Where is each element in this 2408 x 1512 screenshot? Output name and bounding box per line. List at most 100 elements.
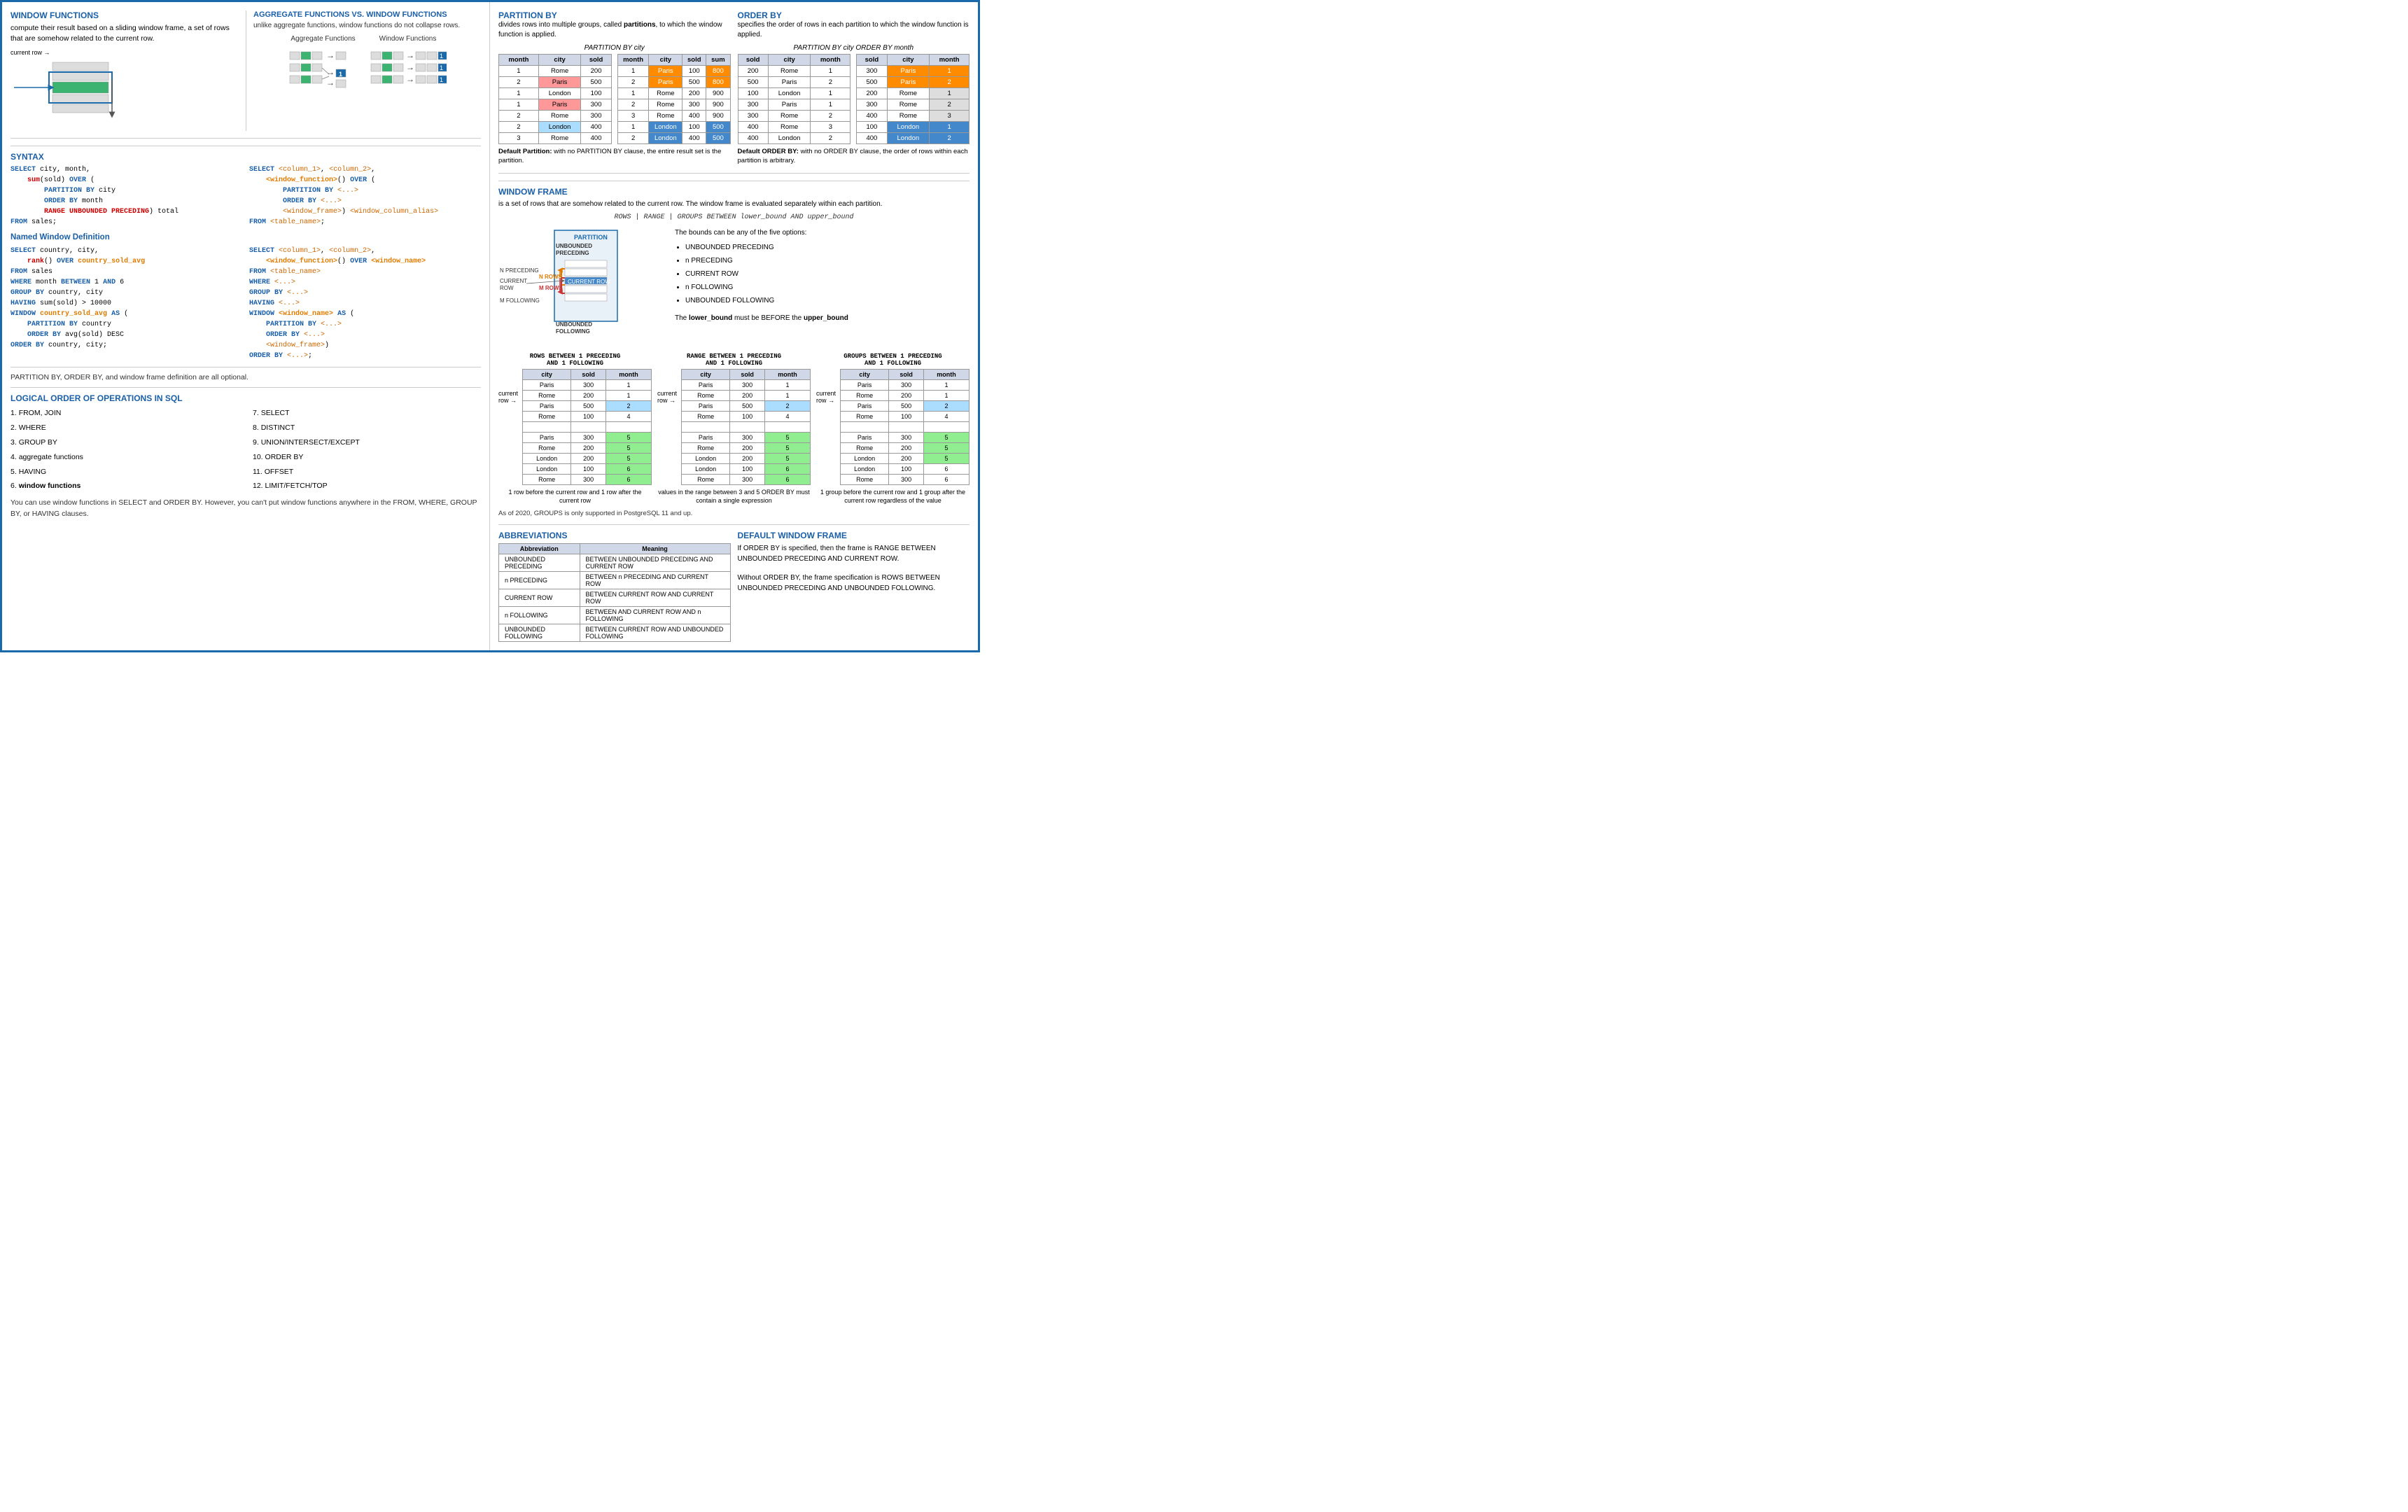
- wf-desc: is a set of rows that are somehow relate…: [498, 200, 969, 209]
- order-grid: 1. FROM, JOIN 7. SELECT 2. WHERE 8. DIST…: [10, 407, 481, 492]
- code-block-4: SELECT <column_1>, <column_2>, <window_f…: [249, 246, 481, 361]
- range-frame-table: citysoldmonth Paris3001 Rome2001 Paris50…: [681, 369, 811, 485]
- order-item-6: 6. window functions: [10, 480, 239, 492]
- partition-input-table: monthcitysold 1Rome200 2Paris500 1London…: [498, 54, 612, 144]
- bound-1: UNBOUNDED PRECEDING: [685, 241, 848, 253]
- lower-bound-note: The lower_bound must be BEFORE the upper…: [675, 312, 848, 324]
- code-block-3: SELECT country, city, rank() OVER countr…: [10, 246, 242, 361]
- groups-note: As of 2020, GROUPS is only supported in …: [498, 510, 969, 517]
- order-item-11: 11. OFFSET: [253, 466, 481, 478]
- aggregate-diagram: Aggregate Functions →: [288, 35, 358, 118]
- order-item-4: 4. aggregate functions: [10, 451, 239, 463]
- svg-text:→: →: [326, 50, 335, 60]
- svg-text:1: 1: [440, 76, 443, 83]
- wf-intro: WINDOW FUNCTIONS compute their result ba…: [10, 10, 246, 131]
- rows-frame-caption: 1 row before the current row and 1 row a…: [498, 488, 652, 505]
- wf-label: Window Functions: [379, 35, 437, 43]
- range-frame-title: RANGE BETWEEN 1 PRECEDINGAND 1 FOLLOWING: [657, 353, 811, 367]
- svg-text:PARTITION: PARTITION: [574, 234, 608, 241]
- svg-text:→: →: [406, 62, 414, 72]
- rows-frame-section: ROWS BETWEEN 1 PRECEDINGAND 1 FOLLOWING …: [498, 353, 652, 505]
- abbrev-row-3: CURRENT ROW BETWEEN CURRENT ROW AND CURR…: [499, 589, 731, 606]
- left-panel: WINDOW FUNCTIONS compute their result ba…: [2, 2, 490, 650]
- agg-wf-section: AGGREGATE FUNCTIONS VS. WINDOW FUNCTIONS…: [246, 10, 481, 131]
- svg-text:N PRECEDING: N PRECEDING: [500, 267, 539, 274]
- wf-bounds-info: The bounds can be any of the five option…: [675, 227, 848, 346]
- range-current-row-label: currentrow →: [657, 369, 677, 404]
- abbrev-row-1: UNBOUNDED PRECEDING BETWEEN UNBOUNDED PR…: [499, 554, 731, 571]
- partition-tables: monthcitysold 1Rome200 2Paris500 1London…: [498, 54, 731, 144]
- abbrev-title: ABBREVIATIONS: [498, 531, 731, 540]
- current-row-label: current row →: [10, 49, 136, 56]
- abbrev-header-2: Meaning: [580, 543, 730, 554]
- abbrev-row-4: n FOLLOWING BETWEEN AND CURRENT ROW AND …: [499, 606, 731, 624]
- orderby-tables: soldcitymonth 200Rome1 500Paris2 100Lond…: [738, 54, 970, 144]
- order-item-5: 5. HAVING: [10, 466, 239, 478]
- groups-current-row-label: currentrow →: [816, 369, 836, 404]
- order-item-10: 10. ORDER BY: [253, 451, 481, 463]
- bound-2: n PRECEDING: [685, 255, 848, 267]
- svg-text:CURRENT: CURRENT: [500, 278, 527, 284]
- code-grid-1: SELECT city, month, sum(sold) OVER ( PAR…: [10, 164, 481, 227]
- groups-frame-caption: 1 group before the current row and 1 gro…: [816, 488, 969, 505]
- bottom-row: ABBREVIATIONS Abbreviation Meaning UNBOU…: [498, 524, 969, 642]
- order-item-3: 3. GROUP BY: [10, 437, 239, 449]
- agg-wf-title: AGGREGATE FUNCTIONS VS. WINDOW FUNCTIONS: [253, 10, 481, 19]
- order-item-9: 9. UNION/INTERSECT/EXCEPT: [253, 437, 481, 449]
- agg-label: Aggregate Functions: [290, 35, 355, 43]
- orderby-table-title: PARTITION BY city ORDER BY month: [738, 44, 970, 52]
- groups-frame-table: citysoldmonth Paris3001 Rome2001 Paris50…: [840, 369, 969, 485]
- orderby-input-table: soldcitymonth 200Rome1 500Paris2 100Lond…: [738, 54, 851, 144]
- wf-section-title: WINDOW FRAME: [498, 187, 969, 197]
- agg-svg: → → 1: [288, 48, 358, 118]
- orderby-output-table: soldcitymonth 300Paris1 500Paris2 200Rom…: [856, 54, 969, 144]
- window-diagram-svg: [10, 59, 136, 129]
- wf-svg: → 1 → 1: [370, 48, 447, 118]
- window-frame-section: WINDOW FRAME is a set of rows that are s…: [498, 181, 969, 517]
- order-item-1: 1. FROM, JOIN: [10, 407, 239, 419]
- svg-text:N ROWS: N ROWS: [539, 274, 563, 280]
- bound-5: UNBOUNDED FOLLOWING: [685, 295, 848, 307]
- agg-wf-subtitle: unlike aggregate functions, window funct…: [253, 22, 481, 29]
- svg-text:CURRENT ROW: CURRENT ROW: [568, 279, 610, 285]
- default-wf-section: DEFAULT WINDOW FRAME If ORDER BY is spec…: [738, 531, 970, 642]
- abbrev-header-1: Abbreviation: [499, 543, 580, 554]
- bound-3: CURRENT ROW: [685, 268, 848, 280]
- wf-title: WINDOW FUNCTIONS: [10, 10, 239, 20]
- logical-order-section: LOGICAL ORDER OF OPERATIONS IN SQL 1. FR…: [10, 387, 481, 519]
- right-top: PARTITION BY divides rows into multiple …: [498, 10, 969, 174]
- range-frame-caption: values in the range between 3 and 5 ORDE…: [657, 488, 811, 505]
- logical-order-title: LOGICAL ORDER OF OPERATIONS IN SQL: [10, 393, 481, 403]
- svg-text:→: →: [326, 78, 335, 88]
- right-panel: PARTITION BY divides rows into multiple …: [490, 2, 978, 650]
- default-wf-desc-2: Without ORDER BY, the frame specificatio…: [738, 573, 970, 594]
- bounds-list: UNBOUNDED PRECEDING n PRECEDING CURRENT …: [675, 241, 848, 307]
- frame-tables: ROWS BETWEEN 1 PRECEDINGAND 1 FOLLOWING …: [498, 353, 969, 505]
- partition-table-title: PARTITION BY city: [498, 44, 731, 52]
- rows-frame-table: citysoldmonth Paris3001 Rome2001 Paris50…: [522, 369, 652, 485]
- svg-text:M FOLLOWING: M FOLLOWING: [500, 298, 540, 304]
- groups-frame-section: GROUPS BETWEEN 1 PRECEDINGAND 1 FOLLOWIN…: [816, 353, 969, 505]
- abbreviations-section: ABBREVIATIONS Abbreviation Meaning UNBOU…: [498, 531, 731, 642]
- range-frame-section: RANGE BETWEEN 1 PRECEDINGAND 1 FOLLOWING…: [657, 353, 811, 505]
- order-item-2: 2. WHERE: [10, 422, 239, 434]
- agg-wf-diagrams: Aggregate Functions →: [253, 35, 481, 118]
- abbrev-table: Abbreviation Meaning UNBOUNDED PRECEDING…: [498, 543, 731, 642]
- default-wf-desc-1: If ORDER BY is specified, then the frame…: [738, 543, 970, 564]
- wf-diagram-area: PARTITION UNBOUNDED PRECEDING N PRECEDIN…: [498, 227, 969, 346]
- bounds-title: The bounds can be any of the five option…: [675, 227, 848, 239]
- wf-formula: ROWS | RANGE | GROUPS BETWEEN lower_boun…: [498, 214, 969, 221]
- abbrev-row-2: n PRECEDING BETWEEN n PRECEDING AND CURR…: [499, 571, 731, 589]
- svg-text:→: →: [406, 74, 414, 84]
- svg-text:UNBOUNDED: UNBOUNDED: [556, 243, 592, 249]
- partition-by-title: PARTITION BY: [498, 10, 731, 20]
- sliding-window-diagram: current row →: [10, 49, 239, 131]
- default-wf-title: DEFAULT WINDOW FRAME: [738, 531, 970, 540]
- partition-output-table: monthcitysoldsum 1Paris100800 2Paris5008…: [617, 54, 731, 144]
- order-item-8: 8. DISTINCT: [253, 422, 481, 434]
- order-by-section: ORDER BY specifies the order of rows in …: [738, 10, 970, 166]
- window-diagram: Window Functions → 1: [370, 35, 447, 118]
- order-by-title: ORDER BY: [738, 10, 970, 20]
- order-item-7: 7. SELECT: [253, 407, 481, 419]
- optional-note: PARTITION BY, ORDER BY, and window frame…: [10, 367, 481, 382]
